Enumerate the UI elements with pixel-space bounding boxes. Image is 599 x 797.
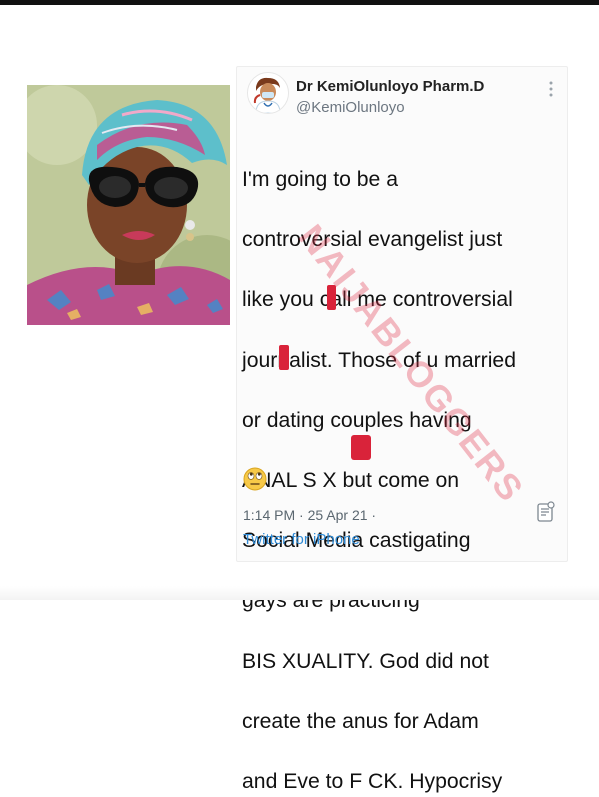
bottom-shade [0,586,599,600]
tweet-line: and Eve to F CK. Hypocrisy [242,769,503,793]
tweet-line: journalist. Those of u married [242,348,516,372]
tweet-body: I'm going to be a controversial evangeli… [242,135,562,797]
tweet-analytics-icon[interactable] [537,501,555,523]
tweet-timestamp: 1:14 PM · 25 Apr 21 · [243,507,377,523]
tweet-line: I'm going to be a [242,168,398,192]
profile-photo [27,85,230,325]
tweet-source-link[interactable]: Twitter for iPhone [243,531,360,548]
tweet-line: ANAL S X but come on [242,469,460,493]
tweet-card[interactable]: Dr KemiOlunloyo Pharm.D @KemiOlunloyo I'… [236,66,568,793]
tweet-line: like you call me controversial [242,288,513,312]
tweet-line: controversial evangelist just [242,228,503,252]
screen-top-bar [0,0,599,5]
tweet-line: BIS XUALITY. God did not [242,649,489,673]
more-vertical-icon[interactable] [549,81,553,99]
woman-portrait-image [27,85,230,325]
rolling-eyes-emoji [243,467,267,491]
tweet-line: or dating couples having [242,408,472,432]
doctor-avatar-icon[interactable] [247,72,289,114]
display-name[interactable]: Dr KemiOlunloyo Pharm.D [296,78,484,95]
tweet-line: create the anus for Adam [242,709,479,733]
user-handle[interactable]: @KemiOlunloyo [296,99,405,116]
